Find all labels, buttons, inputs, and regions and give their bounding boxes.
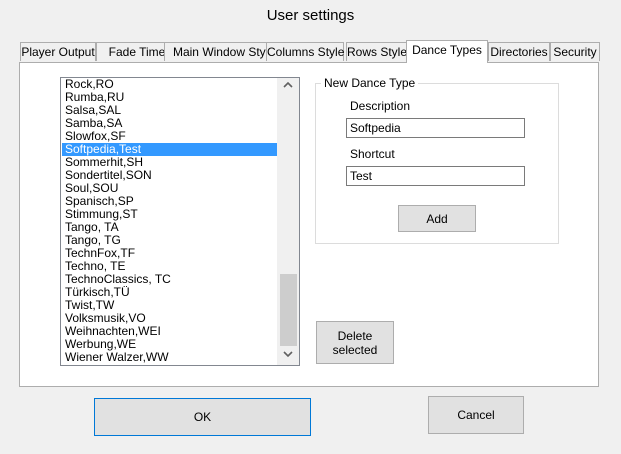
list-item[interactable]: Softpedia,Test	[62, 143, 277, 156]
tab-columns-style[interactable]: Columns Style	[266, 42, 344, 61]
list-item[interactable]: TechnFox,TF	[62, 247, 277, 260]
list-item[interactable]: Sondertitel,SON	[62, 169, 277, 182]
tab-dance-types[interactable]: Dance Types	[406, 40, 488, 63]
list-item[interactable]: Techno, TE	[62, 260, 277, 273]
delete-selected-button[interactable]: Delete selected	[316, 321, 394, 364]
list-item[interactable]: Tango, TG	[62, 234, 277, 247]
delete-button-label: Delete selected	[333, 329, 378, 357]
list-item[interactable]: Sommerhit,SH	[62, 156, 277, 169]
list-item[interactable]: Salsa,SAL	[62, 104, 277, 117]
list-item[interactable]: TechnoClassics, TC	[62, 273, 277, 286]
add-button[interactable]: Add	[398, 205, 476, 232]
list-item[interactable]: Rumba,RU	[62, 91, 277, 104]
tab-directories[interactable]: Directories	[488, 42, 550, 61]
list-item[interactable]: Wiener Walzer,WW	[62, 351, 277, 364]
chevron-up-icon[interactable]	[277, 78, 299, 96]
cancel-button-label: Cancel	[457, 408, 495, 422]
chevron-up-icon	[283, 81, 293, 88]
dance-types-listbox[interactable]: Rock,RO Rumba,RU Salsa,SAL Samba,SA Slowfox,…	[60, 77, 300, 366]
group-title: New Dance Type	[321, 76, 419, 90]
list-item[interactable]: Volksmusik,VO	[62, 312, 277, 325]
list-item[interactable]: Weihnachten,WEI	[62, 325, 277, 338]
delete-button-line2: selected	[332, 342, 378, 357]
tab-player-output[interactable]: Player Output	[20, 42, 96, 61]
user-settings-window: User settings Player Output Fade Times M…	[0, 0, 621, 454]
add-button-label: Add	[426, 211, 448, 226]
list-item[interactable]: Slowfox,SF	[62, 130, 277, 143]
scroll-thumb[interactable]	[280, 274, 297, 346]
window-title: User settings	[0, 0, 621, 32]
tab-strip: Player Output Fade Times Main Window Sty…	[20, 40, 600, 63]
list-item[interactable]: Tango, TA	[62, 221, 277, 234]
list-item[interactable]: Stimmung,ST	[62, 208, 277, 221]
chevron-down-icon	[283, 351, 293, 358]
list-scrollbar[interactable]	[277, 78, 299, 365]
dance-types-list: Rock,RO Rumba,RU Salsa,SAL Samba,SA Slowfox,…	[62, 78, 277, 364]
tab-rows-style[interactable]: Rows Style	[346, 42, 408, 61]
list-item[interactable]: Werbung,WE	[62, 338, 277, 351]
shortcut-input[interactable]: Test	[346, 166, 525, 186]
list-item[interactable]: Soul,SOU	[62, 182, 277, 195]
shortcut-label: Shortcut	[350, 147, 395, 161]
tab-security[interactable]: Security	[550, 42, 600, 61]
list-item[interactable]: Rock,RO	[62, 78, 277, 91]
delete-button-line1: Delete	[337, 328, 373, 343]
list-item[interactable]: Twist,TW	[62, 299, 277, 312]
chevron-down-icon[interactable]	[277, 347, 299, 365]
description-input[interactable]: Softpedia	[346, 118, 525, 138]
ok-button[interactable]: OK	[94, 398, 311, 436]
list-item[interactable]: Türkisch,TÜ	[62, 286, 277, 299]
list-item[interactable]: Samba,SA	[62, 117, 277, 130]
list-item[interactable]: Spanisch,SP	[62, 195, 277, 208]
cancel-button[interactable]: Cancel	[428, 396, 524, 434]
description-label: Description	[350, 99, 411, 113]
ok-button-label: OK	[193, 410, 212, 424]
